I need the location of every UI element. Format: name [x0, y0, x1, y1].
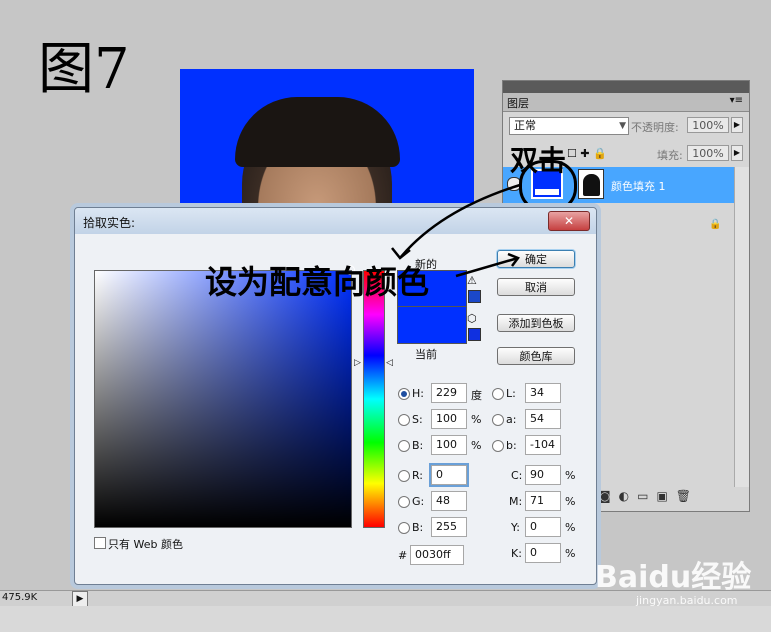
bottom-strip	[0, 606, 771, 632]
annotation-arrows	[391, 183, 521, 278]
baidu-watermark-url: jingyan.baidu.com	[636, 594, 738, 607]
status-menu-arrow-icon[interactable]: ▶	[72, 591, 88, 607]
document-size: 475.9K	[2, 592, 38, 603]
baidu-watermark: Baidu经验	[595, 560, 752, 595]
